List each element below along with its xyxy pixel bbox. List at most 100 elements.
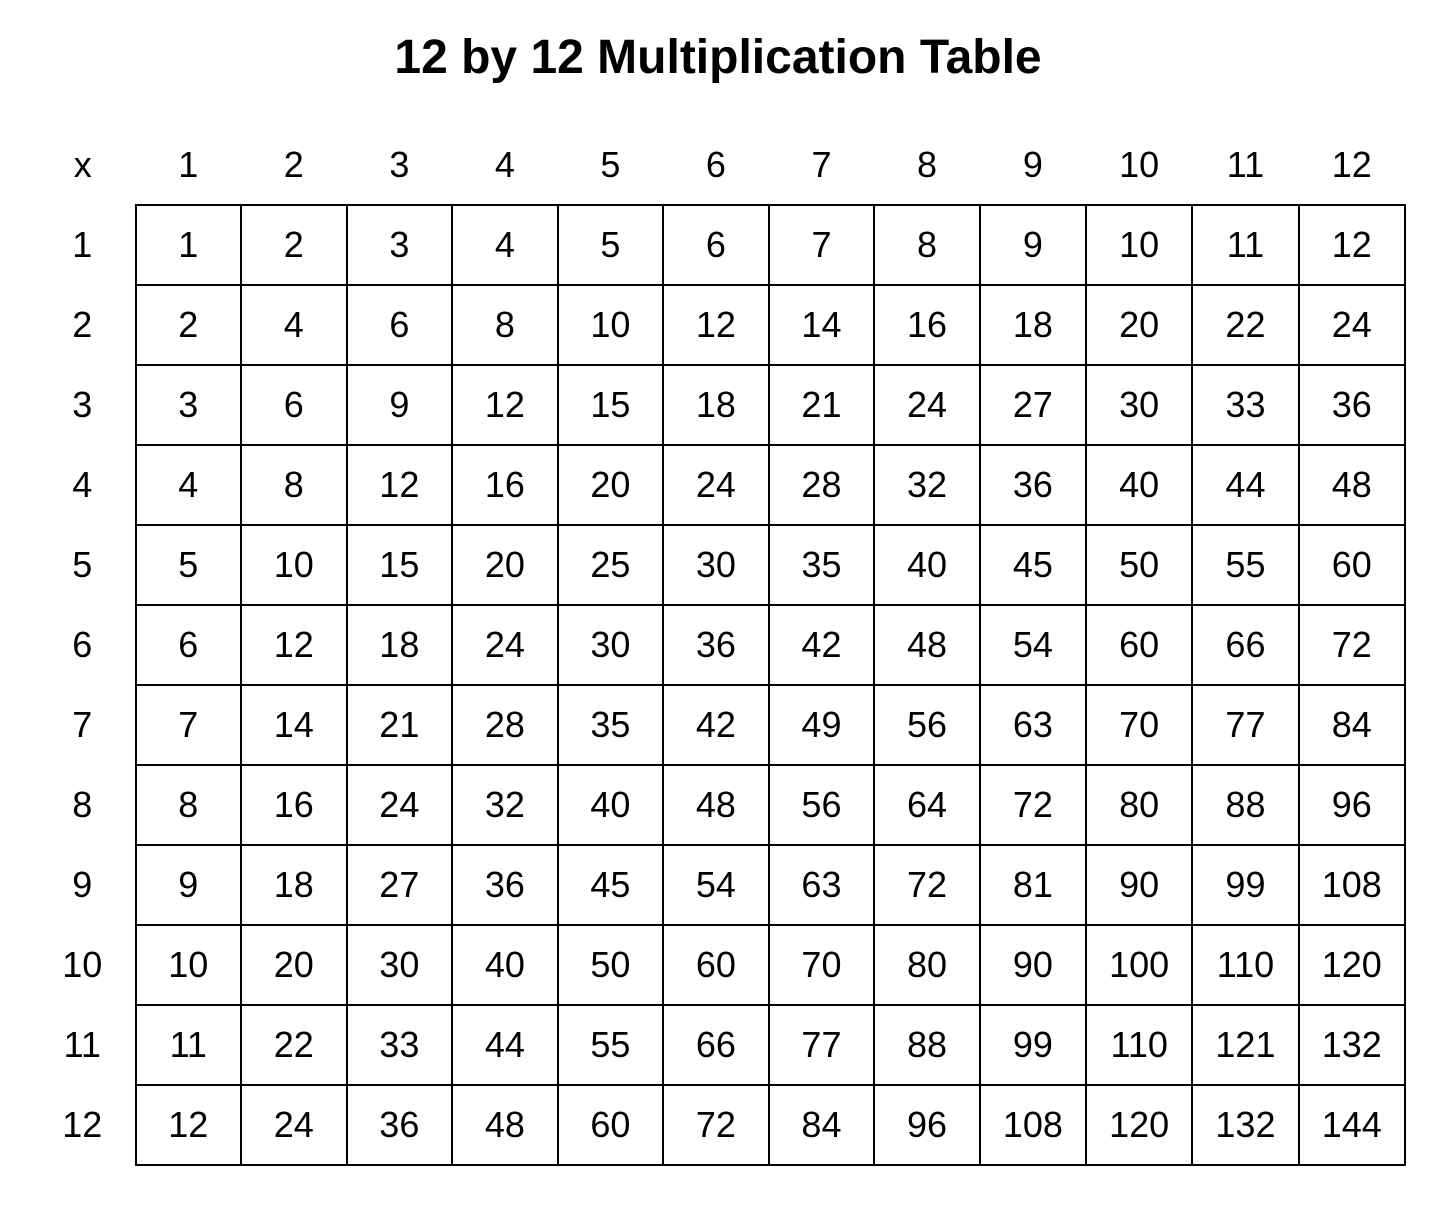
table-cell: 45: [980, 525, 1086, 605]
table-cell: 60: [1299, 525, 1405, 605]
table-cell: 10: [136, 925, 242, 1005]
table-cell: 70: [769, 925, 875, 1005]
table-cell: 4: [241, 285, 347, 365]
table-row: 8 8 16 24 32 40 48 56 64 72 80 88 96: [30, 765, 1405, 845]
table-cell: 99: [980, 1005, 1086, 1085]
table-cell: 12: [452, 365, 558, 445]
table-cell: 5: [136, 525, 242, 605]
table-row: 1 1 2 3 4 5 6 7 8 9 10 11 12: [30, 205, 1405, 285]
col-header: 4: [452, 125, 558, 205]
table-cell: 3: [347, 205, 453, 285]
table-cell: 30: [558, 605, 664, 685]
table-cell: 6: [347, 285, 453, 365]
table-cell: 108: [980, 1085, 1086, 1165]
table-row: 12 12 24 36 48 60 72 84 96 108 120 132 1…: [30, 1085, 1405, 1165]
table-cell: 8: [452, 285, 558, 365]
table-cell: 60: [558, 1085, 664, 1165]
table-cell: 6: [663, 205, 769, 285]
table-body: 1 1 2 3 4 5 6 7 8 9 10 11 12 2 2 4 6 8 1…: [30, 205, 1405, 1165]
col-header: 10: [1086, 125, 1192, 205]
col-header: 1: [136, 125, 242, 205]
table-cell: 40: [452, 925, 558, 1005]
table-cell: 77: [769, 1005, 875, 1085]
table-cell: 63: [980, 685, 1086, 765]
col-header: 9: [980, 125, 1086, 205]
table-cell: 7: [136, 685, 242, 765]
col-header: 11: [1192, 125, 1298, 205]
table-cell: 20: [452, 525, 558, 605]
table-cell: 1: [136, 205, 242, 285]
table-cell: 66: [1192, 605, 1298, 685]
table-cell: 12: [1299, 205, 1405, 285]
table-cell: 56: [769, 765, 875, 845]
table-row: 11 11 22 33 44 55 66 77 88 99 110 121 13…: [30, 1005, 1405, 1085]
table-cell: 16: [452, 445, 558, 525]
table-cell: 48: [663, 765, 769, 845]
table-cell: 72: [874, 845, 980, 925]
table-cell: 14: [769, 285, 875, 365]
table-row: 7 7 14 21 28 35 42 49 56 63 70 77 84: [30, 685, 1405, 765]
table-cell: 36: [980, 445, 1086, 525]
table-cell: 50: [1086, 525, 1192, 605]
table-row: 2 2 4 6 8 10 12 14 16 18 20 22 24: [30, 285, 1405, 365]
table-cell: 55: [1192, 525, 1298, 605]
table-cell: 10: [558, 285, 664, 365]
table-cell: 12: [241, 605, 347, 685]
table-cell: 55: [558, 1005, 664, 1085]
table-cell: 54: [663, 845, 769, 925]
table-cell: 27: [980, 365, 1086, 445]
table-row: 9 9 18 27 36 45 54 63 72 81 90 99 108: [30, 845, 1405, 925]
table-cell: 32: [874, 445, 980, 525]
table-cell: 45: [558, 845, 664, 925]
corner-label: x: [30, 125, 136, 205]
table-cell: 15: [558, 365, 664, 445]
row-header: 2: [30, 285, 136, 365]
table-cell: 132: [1192, 1085, 1298, 1165]
row-header: 6: [30, 605, 136, 685]
table-cell: 60: [1086, 605, 1192, 685]
table-cell: 132: [1299, 1005, 1405, 1085]
table-cell: 40: [874, 525, 980, 605]
table-cell: 4: [452, 205, 558, 285]
table-cell: 40: [558, 765, 664, 845]
table-cell: 90: [1086, 845, 1192, 925]
table-cell: 44: [452, 1005, 558, 1085]
table-cell: 10: [241, 525, 347, 605]
table-cell: 88: [874, 1005, 980, 1085]
row-header: 3: [30, 365, 136, 445]
table-cell: 110: [1086, 1005, 1192, 1085]
row-header: 7: [30, 685, 136, 765]
table-cell: 4: [136, 445, 242, 525]
page-title: 12 by 12 Multiplication Table: [20, 30, 1416, 85]
col-header: 8: [874, 125, 980, 205]
table-cell: 21: [769, 365, 875, 445]
table-cell: 16: [874, 285, 980, 365]
table-cell: 9: [136, 845, 242, 925]
table-cell: 60: [663, 925, 769, 1005]
table-cell: 22: [241, 1005, 347, 1085]
table-row: 3 3 6 9 12 15 18 21 24 27 30 33 36: [30, 365, 1405, 445]
table-cell: 20: [1086, 285, 1192, 365]
table-cell: 30: [663, 525, 769, 605]
table-cell: 6: [136, 605, 242, 685]
table-cell: 40: [1086, 445, 1192, 525]
table-cell: 42: [663, 685, 769, 765]
table-cell: 2: [241, 205, 347, 285]
row-header: 12: [30, 1085, 136, 1165]
table-cell: 12: [347, 445, 453, 525]
col-header: 6: [663, 125, 769, 205]
table-cell: 35: [769, 525, 875, 605]
table-cell: 24: [452, 605, 558, 685]
table-row: 10 10 20 30 40 50 60 70 80 90 100 110 12…: [30, 925, 1405, 1005]
col-header: 12: [1299, 125, 1405, 205]
table-cell: 27: [347, 845, 453, 925]
table-cell: 72: [1299, 605, 1405, 685]
table-cell: 36: [1299, 365, 1405, 445]
table-cell: 36: [663, 605, 769, 685]
table-cell: 7: [769, 205, 875, 285]
table-cell: 30: [1086, 365, 1192, 445]
table-cell: 18: [241, 845, 347, 925]
col-header: 7: [769, 125, 875, 205]
table-cell: 8: [874, 205, 980, 285]
table-cell: 84: [769, 1085, 875, 1165]
